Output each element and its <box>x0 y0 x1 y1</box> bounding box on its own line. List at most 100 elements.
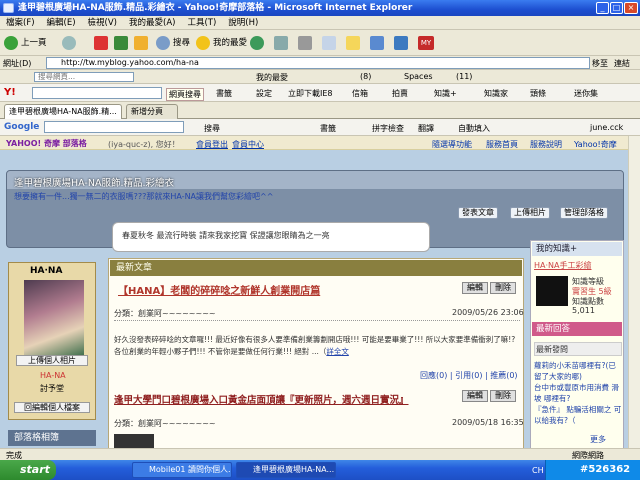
search-button[interactable]: 搜尋 <box>156 34 190 52</box>
upload-photo-button[interactable]: 上傳相片 <box>510 207 550 219</box>
history-icon <box>250 35 264 50</box>
list-item[interactable]: 蘿莉的小禾苗哪裡有?(已留了大家的哪) <box>534 360 622 382</box>
bookmarks-button[interactable]: 書籤 <box>216 88 232 99</box>
close-button[interactable]: × <box>624 2 638 14</box>
post-title[interactable]: 逢甲大學門口碧根廣場入口黃金店面頂讓『更新照片，週六週日實況』 <box>114 392 409 406</box>
nav-link-4[interactable]: Yahoo!奇摩 <box>574 139 617 150</box>
tab-active[interactable]: 逢甲碧根廣場HA-NA服飾.精... <box>4 104 122 119</box>
history-button[interactable] <box>250 34 267 52</box>
upload-profile-photo-button[interactable]: 上傳個人相片 <box>16 355 88 366</box>
post-button[interactable]: 發表文章 <box>458 207 498 219</box>
tab-new[interactable]: 新增分頁 <box>126 104 178 119</box>
google-search-input[interactable] <box>44 121 184 133</box>
list-item[interactable]: 台中市或豐原市用消費 滑坡 哪裡有? <box>534 382 622 404</box>
print-button[interactable] <box>298 34 312 52</box>
menu-file[interactable]: 檔案(F) <box>0 16 41 30</box>
settings-button[interactable]: 設定 <box>256 88 272 99</box>
vertical-scrollbar[interactable] <box>628 136 640 454</box>
note-button[interactable] <box>346 34 360 52</box>
delete-post-button[interactable]: 刪除 <box>490 390 516 402</box>
refresh-button[interactable] <box>114 34 128 52</box>
knowledge-header: 我的知識+ <box>532 242 622 256</box>
nav-link-1[interactable]: 隨選導功能 <box>432 139 472 150</box>
read-more-link[interactable]: 詳全文 <box>326 347 349 356</box>
yahoo-search-button[interactable]: 網頁搜尋 <box>166 88 204 101</box>
tab-strip: 逢甲碧根廣場HA-NA服飾.精... 新增分頁 <box>0 102 640 119</box>
list-item[interactable]: 『急件』 點騙活相關之 可以給我有?（ <box>534 404 622 426</box>
post-category[interactable]: 分類：創業阿~~~~~~~~ <box>114 418 216 429</box>
stop-icon <box>94 35 108 50</box>
more-link[interactable]: 更多 <box>590 434 606 445</box>
knowledge-house-link[interactable]: 知識家 <box>484 88 508 99</box>
go-button[interactable]: 移至 <box>592 58 608 69</box>
knowledge-shop-link[interactable]: HA·NA手工彩繪 <box>534 260 592 271</box>
member-link[interactable]: 會員中心 <box>232 139 264 150</box>
live-search-input[interactable]: 搜尋網頁... <box>34 72 134 82</box>
auction-link[interactable]: 拍賣 <box>392 88 408 99</box>
edit-button[interactable] <box>322 34 336 52</box>
menu-edit[interactable]: 編輯(E) <box>41 16 82 30</box>
google-bookmarks[interactable]: 書籤 <box>320 123 336 134</box>
manage-blog-button[interactable]: 管理部落格 <box>560 207 608 219</box>
live-count[interactable]: (11) <box>456 72 472 81</box>
edit-post-button[interactable]: 編輯 <box>462 390 488 402</box>
live-spaces[interactable]: Spaces <box>404 72 433 81</box>
ext-button[interactable]: MY <box>418 34 434 52</box>
latest-posts-header: 最新文章 <box>110 260 522 276</box>
search-icon <box>156 35 170 50</box>
stop-button[interactable] <box>94 34 108 52</box>
mail-link[interactable]: 信箱 <box>352 88 368 99</box>
task-mobile01[interactable]: Mobile01 讀問你個人... <box>132 462 232 478</box>
spellcheck-button[interactable]: 拼字檢查 <box>372 123 404 134</box>
messenger-link[interactable]: 迷你集 <box>574 88 598 99</box>
logout-link[interactable]: 會員登出 <box>196 139 228 150</box>
nav-link-2[interactable]: 服務首頁 <box>486 139 518 150</box>
messenger-icon <box>370 35 384 50</box>
profile-name[interactable]: HA-NA <box>40 371 66 380</box>
post-category[interactable]: 分類：創業阿~~~~~~~~ <box>114 308 216 319</box>
edit-profile-button[interactable]: 回編輯個人檔案 <box>14 402 90 413</box>
post-title[interactable]: 【HANA】老闆的碎碎唸之新鮮人創業開店篇 <box>118 282 320 297</box>
links-button[interactable]: 連結 <box>614 58 630 69</box>
minimize-button[interactable]: _ <box>596 2 609 14</box>
toolbar: 上一頁 搜尋 我的最愛 MY <box>0 30 640 56</box>
address-input[interactable]: http://tw.myblog.yahoo.com/ha-na <box>46 57 590 69</box>
user-account[interactable]: june.cck <box>590 123 623 132</box>
live-favorites[interactable]: 我的最愛 <box>256 72 288 83</box>
google-toolbar: Google 搜尋 書籤 拼字檢查 翻譯 自動填入 june.cck <box>0 119 640 136</box>
live-mail-count[interactable]: (8) <box>360 72 371 81</box>
mail-button[interactable] <box>274 34 288 52</box>
translate-button[interactable]: 翻譯 <box>418 123 434 134</box>
post-stats[interactable]: 回應(0) | 引用(0) | 推薦(0) <box>420 370 518 381</box>
language-indicator[interactable]: CH <box>532 466 544 475</box>
star-icon <box>196 35 210 50</box>
home-button[interactable] <box>134 34 148 52</box>
forward-button[interactable] <box>62 34 79 52</box>
news-link[interactable]: 頭條 <box>530 88 546 99</box>
ie-icon <box>3 3 14 13</box>
menu-help[interactable]: 說明(H) <box>222 16 264 30</box>
post-date: 2009/05/18 16:35 <box>452 418 524 427</box>
delete-post-button[interactable]: 刪除 <box>490 282 516 294</box>
favorites-button[interactable]: 我的最愛 <box>196 34 247 52</box>
ie8-button[interactable]: 立即下載IE8 <box>288 88 333 99</box>
start-button[interactable]: start <box>0 460 56 480</box>
menu-tools[interactable]: 工具(T) <box>181 16 222 30</box>
knowledge-link[interactable]: 知識+ <box>434 88 457 99</box>
google-search-button[interactable]: 搜尋 <box>204 123 220 134</box>
blog-title: 逢甲碧根廣場HA-NA服飾.精品.彩繪衣 <box>14 178 175 189</box>
messenger-button[interactable] <box>370 34 384 52</box>
task-ie[interactable]: 逢甲碧根廣場HA-NA... <box>236 462 336 478</box>
blog-logo[interactable]: YAHOO! 奇摩 部落格 <box>6 138 87 149</box>
edit-post-button[interactable]: 編輯 <box>462 282 488 294</box>
yahoo-search-input[interactable] <box>32 87 162 99</box>
recent-tab-label[interactable]: 最新發問 <box>536 344 568 355</box>
back-button[interactable]: 上一頁 <box>4 34 47 52</box>
knowledge-points: 5,011 <box>572 306 595 315</box>
research-button[interactable] <box>394 34 408 52</box>
autofill-button[interactable]: 自動填入 <box>458 123 490 134</box>
menu-view[interactable]: 檢視(V) <box>82 16 123 30</box>
maximize-button[interactable]: □ <box>610 2 623 14</box>
menu-favorites[interactable]: 我的最愛(A) <box>123 16 181 30</box>
nav-link-3[interactable]: 服務說明 <box>530 139 562 150</box>
